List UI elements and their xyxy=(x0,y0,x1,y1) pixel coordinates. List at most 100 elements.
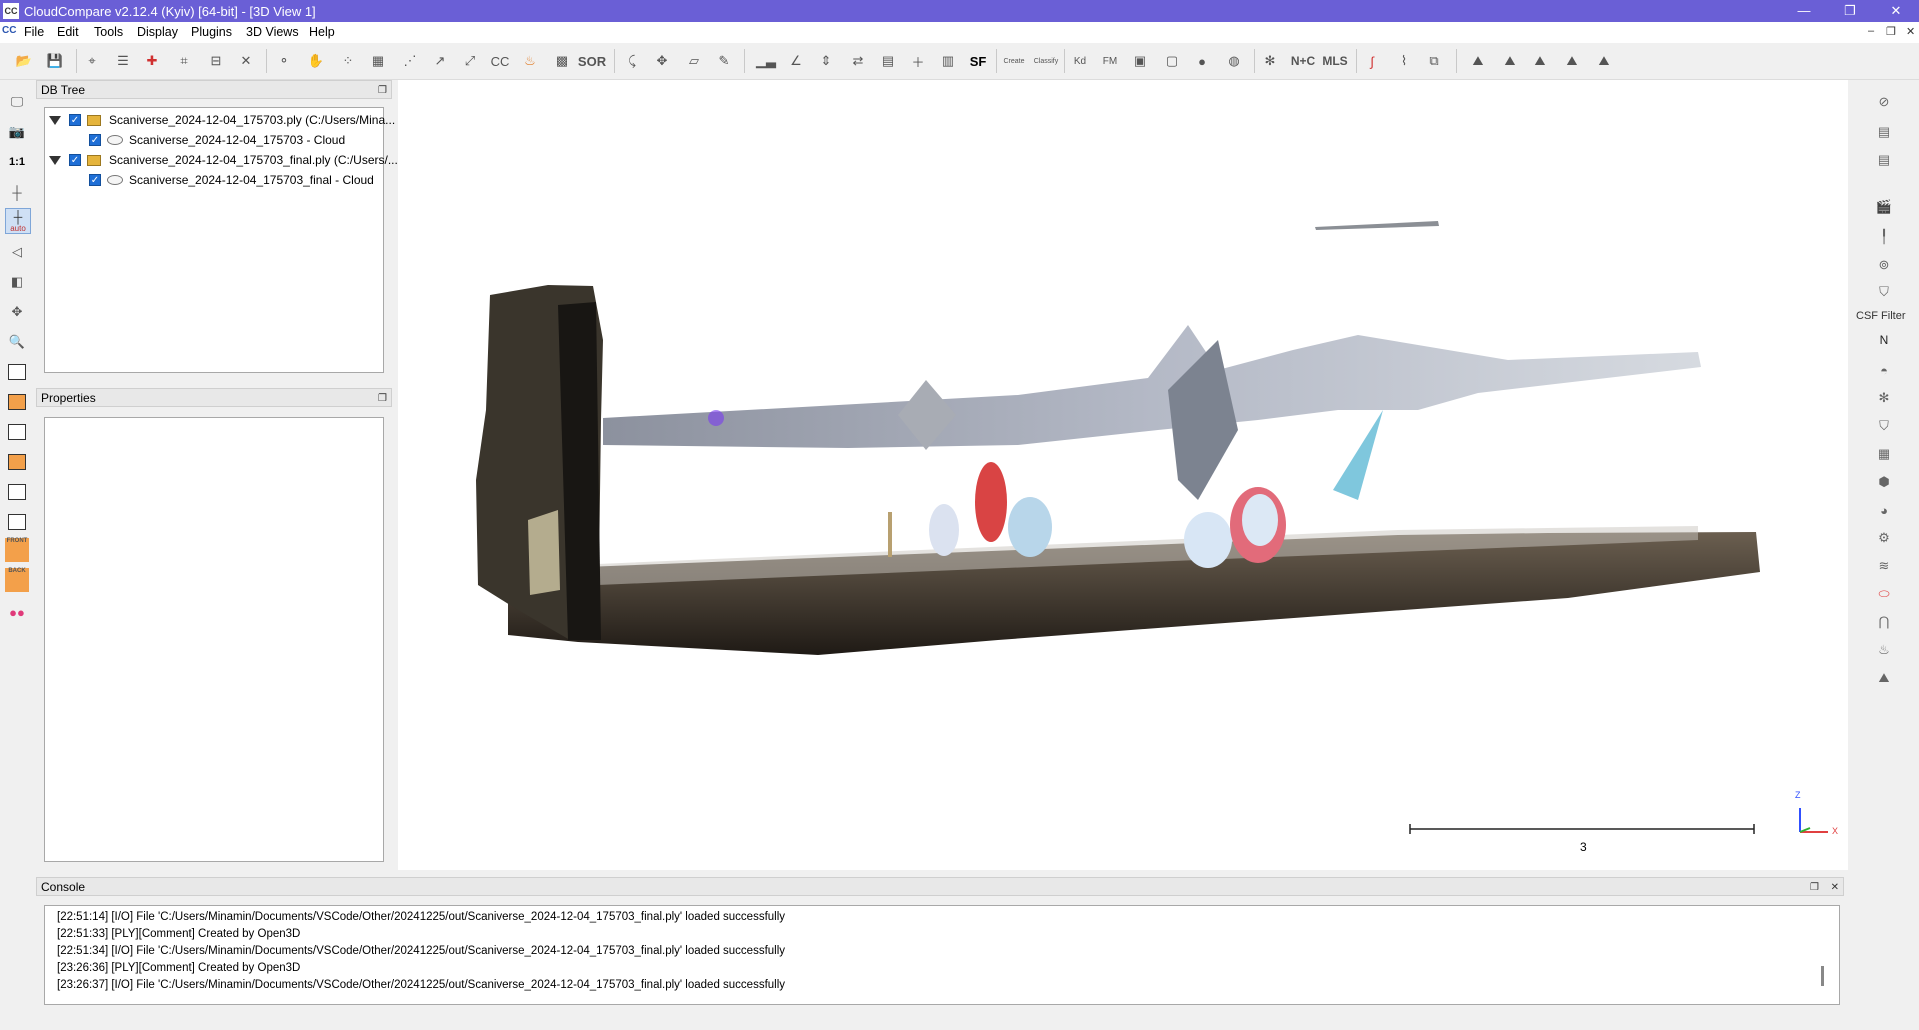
merge-button[interactable]: ⊟ xyxy=(204,49,228,73)
segment-button[interactable]: ⋰ xyxy=(398,49,422,73)
filter-2-button[interactable]: ⛰ xyxy=(1498,49,1522,73)
auto-pivot-button[interactable]: ┼ auto xyxy=(5,208,31,234)
stereo-button[interactable]: ●● xyxy=(5,600,29,624)
filter-3-button[interactable]: ⛰ xyxy=(1528,49,1552,73)
menu-help[interactable]: Help xyxy=(309,25,335,39)
canupo-classify-button[interactable]: Classify xyxy=(1032,49,1060,73)
fire-button[interactable]: ♨ xyxy=(518,49,542,73)
hpr-button[interactable]: ◓ xyxy=(1872,358,1896,382)
menu-edit[interactable]: Edit xyxy=(57,25,79,39)
calc-button[interactable]: ▤ xyxy=(876,49,900,73)
zoom-1-1-button[interactable]: 1:1 xyxy=(5,150,29,174)
filter-5-button[interactable]: ⛰ xyxy=(1592,49,1616,73)
arch-button[interactable]: ⋂ xyxy=(1872,610,1896,634)
curve-button[interactable]: ∠ xyxy=(784,49,808,73)
tree-item[interactable]: ✓ Scaniverse_2024-12-04_175703_final - C… xyxy=(45,172,383,188)
view-top-button[interactable] xyxy=(5,360,29,384)
view-front-button[interactable] xyxy=(5,390,29,414)
nc-button[interactable]: N+C xyxy=(1288,49,1318,73)
edit-button[interactable]: ✎ xyxy=(712,49,736,73)
close-button[interactable]: ✕ xyxy=(1873,0,1919,22)
save-button[interactable]: 💾 xyxy=(43,49,67,73)
mdi-restore-button[interactable]: ❐ xyxy=(1886,25,1896,38)
sample-button[interactable]: ⚬ xyxy=(272,49,296,73)
sf-button[interactable]: SF xyxy=(966,49,990,73)
move-button[interactable]: ✥ xyxy=(650,49,674,73)
float-icon[interactable]: ❐ xyxy=(1810,878,1819,897)
cc-button[interactable]: CC xyxy=(488,49,512,73)
pcv-button[interactable]: ▦ xyxy=(1872,442,1896,466)
filter-1-button[interactable]: ⛰ xyxy=(1466,49,1490,73)
menu-file[interactable]: File xyxy=(24,25,44,39)
ellipse-button[interactable]: ⬭ xyxy=(1872,582,1896,606)
normals-button[interactable]: ⤹ xyxy=(620,49,644,73)
rotate-button[interactable]: ◁ xyxy=(5,240,29,264)
gears-button[interactable]: ⚙ xyxy=(1872,526,1896,550)
histogram-button[interactable]: ▁▃ xyxy=(754,49,778,73)
zoom-button[interactable]: 🔍 xyxy=(5,330,29,354)
mdi-close-button[interactable]: ✕ xyxy=(1906,25,1915,38)
layers-button[interactable]: ≋ xyxy=(1872,554,1896,578)
expand-icon[interactable] xyxy=(49,156,61,165)
s-curve-button[interactable]: ∫ xyxy=(1360,49,1384,73)
view-button[interactable]: 🖵 xyxy=(5,90,29,114)
perspective-button[interactable]: ◧ xyxy=(5,270,29,294)
crop-button[interactable]: ⌗ xyxy=(172,49,196,73)
view-left-button[interactable] xyxy=(5,420,29,444)
add-button[interactable]: ✚ xyxy=(140,49,164,73)
fm-button[interactable]: FM xyxy=(1098,49,1122,73)
iso-back-button[interactable]: BACK xyxy=(5,568,29,592)
plugin-3dm-button[interactable]: ▤ xyxy=(1872,148,1896,172)
checker-button[interactable]: ▩ xyxy=(550,49,574,73)
fire-tool-button[interactable]: ♨ xyxy=(1872,638,1896,662)
csf-filter-button[interactable]: ⛉ xyxy=(1872,280,1896,304)
plus-button[interactable]: ＋ xyxy=(906,49,930,73)
plane-button[interactable]: ▱ xyxy=(682,49,706,73)
float-icon[interactable]: ❐ xyxy=(378,389,387,408)
restore-button[interactable]: ❐ xyxy=(1827,0,1873,22)
subsample-button[interactable]: ⁘ xyxy=(336,49,360,73)
pivot-button[interactable]: ┼ xyxy=(5,180,29,204)
open-button[interactable]: 📂 xyxy=(12,49,36,73)
octree-button[interactable]: ▣ xyxy=(1128,49,1152,73)
terrain-button[interactable]: ⛰ xyxy=(1872,666,1896,690)
mls-button[interactable]: MLS xyxy=(1320,49,1350,73)
move-view-button[interactable]: ✥ xyxy=(5,300,29,324)
sphere-button[interactable]: ● xyxy=(1190,49,1214,73)
3d-view[interactable]: 3 Z X xyxy=(398,80,1848,870)
align-button[interactable]: ⤢ xyxy=(458,49,482,73)
delete-button[interactable]: ✕ xyxy=(234,49,258,73)
minmax-button[interactable]: ⇕ xyxy=(814,49,838,73)
expand-icon[interactable] xyxy=(49,116,61,125)
view-right-button[interactable] xyxy=(5,480,29,504)
minimize-button[interactable]: — xyxy=(1781,0,1827,22)
close-icon[interactable]: ✕ xyxy=(1831,878,1839,897)
m3c2-button[interactable]: ✻ xyxy=(1872,386,1896,410)
list-button[interactable]: ☰ xyxy=(111,49,135,73)
disable-button[interactable]: ⊘ xyxy=(1872,90,1896,114)
tree-item[interactable]: ✓ Scaniverse_2024-12-04_175703.ply (C:/U… xyxy=(45,112,395,128)
tree-item[interactable]: ✓ Scaniverse_2024-12-04_175703 - Cloud xyxy=(45,132,383,148)
canupo-create-button[interactable]: Create xyxy=(1000,49,1028,73)
camera-button[interactable]: 📷 xyxy=(5,120,29,144)
normal-n-button[interactable]: N xyxy=(1872,328,1896,352)
density-button[interactable]: ▦ xyxy=(366,49,390,73)
section-button[interactable]: ⌇ xyxy=(1392,49,1416,73)
ball-button[interactable]: ◍ xyxy=(1222,49,1246,73)
kd-button[interactable]: Kd xyxy=(1068,49,1092,73)
cluster-button[interactable]: ✻ xyxy=(1258,49,1282,73)
shield-button[interactable]: ⛉ xyxy=(1872,414,1896,438)
tree-item[interactable]: ✓ Scaniverse_2024-12-04_175703_final.ply… xyxy=(45,152,398,168)
menu-plugins[interactable]: Plugins xyxy=(191,25,232,39)
view-back-button[interactable] xyxy=(5,450,29,474)
translate-button[interactable]: ↗ xyxy=(428,49,452,73)
profile-button[interactable]: ⧉ xyxy=(1422,49,1446,73)
menu-tools[interactable]: Tools xyxy=(94,25,123,39)
iso-front-button[interactable]: FRONT xyxy=(5,538,29,562)
visibility-checkbox[interactable]: ✓ xyxy=(69,154,81,166)
animation-button[interactable]: 🎬 xyxy=(1872,195,1896,219)
calculator-button[interactable]: ▥ xyxy=(936,49,960,73)
compass-button[interactable]: ⊚ xyxy=(1872,253,1896,277)
float-icon[interactable]: ❐ xyxy=(378,81,387,100)
menu-display[interactable]: Display xyxy=(137,25,178,39)
